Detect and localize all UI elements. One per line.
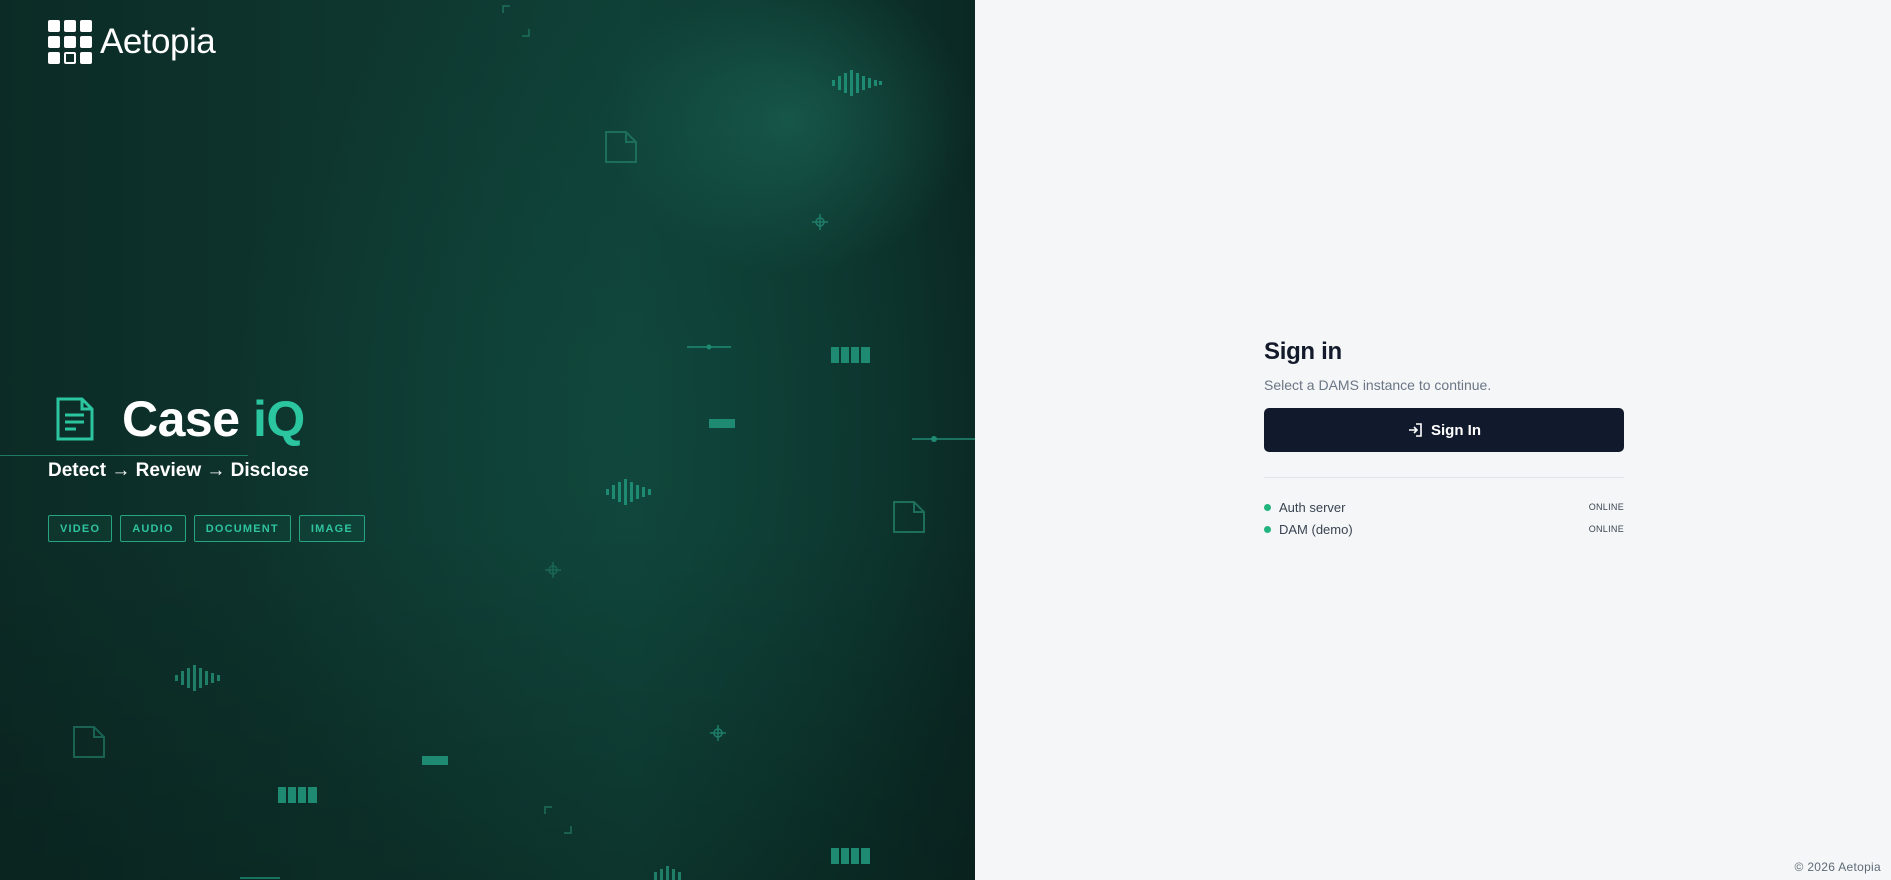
document-icon	[52, 395, 98, 443]
product-name-main: Case	[122, 391, 240, 447]
aetopia-logo-icon	[48, 20, 92, 64]
chip-image: IMAGE	[298, 515, 365, 542]
brand-logo: Aetopia	[48, 20, 216, 64]
corner-bracket-icon	[502, 5, 530, 37]
crosshair-icon	[545, 562, 561, 578]
waveform-icon	[606, 479, 656, 505]
chip-audio: AUDIO	[120, 515, 186, 542]
status-value: ONLINE	[1588, 502, 1624, 512]
document-outline-icon	[604, 130, 638, 164]
sign-in-button[interactable]: Sign In	[1264, 408, 1624, 452]
status-row: Auth server ONLINE	[1264, 496, 1624, 518]
crosshair-icon	[812, 214, 828, 230]
sign-in-button-label: Sign In	[1431, 421, 1481, 439]
status-value: ONLINE	[1588, 524, 1624, 534]
document-outline-icon	[72, 725, 106, 759]
status-name: Auth server	[1279, 499, 1346, 515]
crosshair-icon	[710, 725, 726, 741]
login-icon	[1409, 423, 1422, 437]
waveform-icon	[832, 70, 882, 96]
frames-icon	[278, 787, 318, 803]
chip-document: DOCUMENT	[193, 515, 291, 542]
frames-icon	[831, 347, 871, 363]
bar-icon	[709, 419, 735, 428]
service-status-list: Auth server ONLINE DAM (demo) ONLINE	[1264, 496, 1624, 540]
product-name: Case iQ	[122, 390, 305, 448]
frames-icon	[831, 848, 871, 864]
signin-card: Sign in Select a DAMS instance to contin…	[1264, 338, 1624, 540]
document-outline-icon	[892, 500, 926, 534]
corner-bracket-icon	[544, 806, 572, 834]
status-dot-icon	[1264, 525, 1271, 533]
bar-icon	[422, 756, 448, 765]
product-name-accent: iQ	[252, 391, 305, 447]
copyright-footer: © 2026 Aetopia	[1794, 860, 1881, 874]
line-node-icon	[912, 434, 975, 444]
signin-subtitle: Select a DAMS instance to continue.	[1264, 377, 1492, 393]
brand-name: Aetopia	[100, 22, 216, 61]
chip-video: VIDEO	[48, 515, 113, 542]
product-heading: Case iQ	[52, 390, 305, 448]
waveform-icon	[648, 866, 698, 880]
signin-title: Sign in	[1264, 338, 1342, 365]
signin-panel: Sign in Select a DAMS instance to contin…	[975, 0, 1891, 880]
status-dot-icon	[1264, 503, 1271, 511]
brand-panel: Aetopia Case iQ Detect → Review → Disclo…	[0, 0, 975, 880]
product-tagline: Detect → Review → Disclose	[48, 460, 309, 481]
line-node-icon	[687, 344, 731, 350]
status-name: DAM (demo)	[1279, 521, 1353, 537]
waveform-icon	[175, 665, 225, 691]
media-type-chips: VIDEO AUDIO DOCUMENT IMAGE	[48, 515, 365, 542]
divider	[1264, 477, 1624, 478]
status-row: DAM (demo) ONLINE	[1264, 518, 1624, 540]
line-node-icon	[240, 876, 280, 880]
accent-line	[0, 455, 248, 456]
